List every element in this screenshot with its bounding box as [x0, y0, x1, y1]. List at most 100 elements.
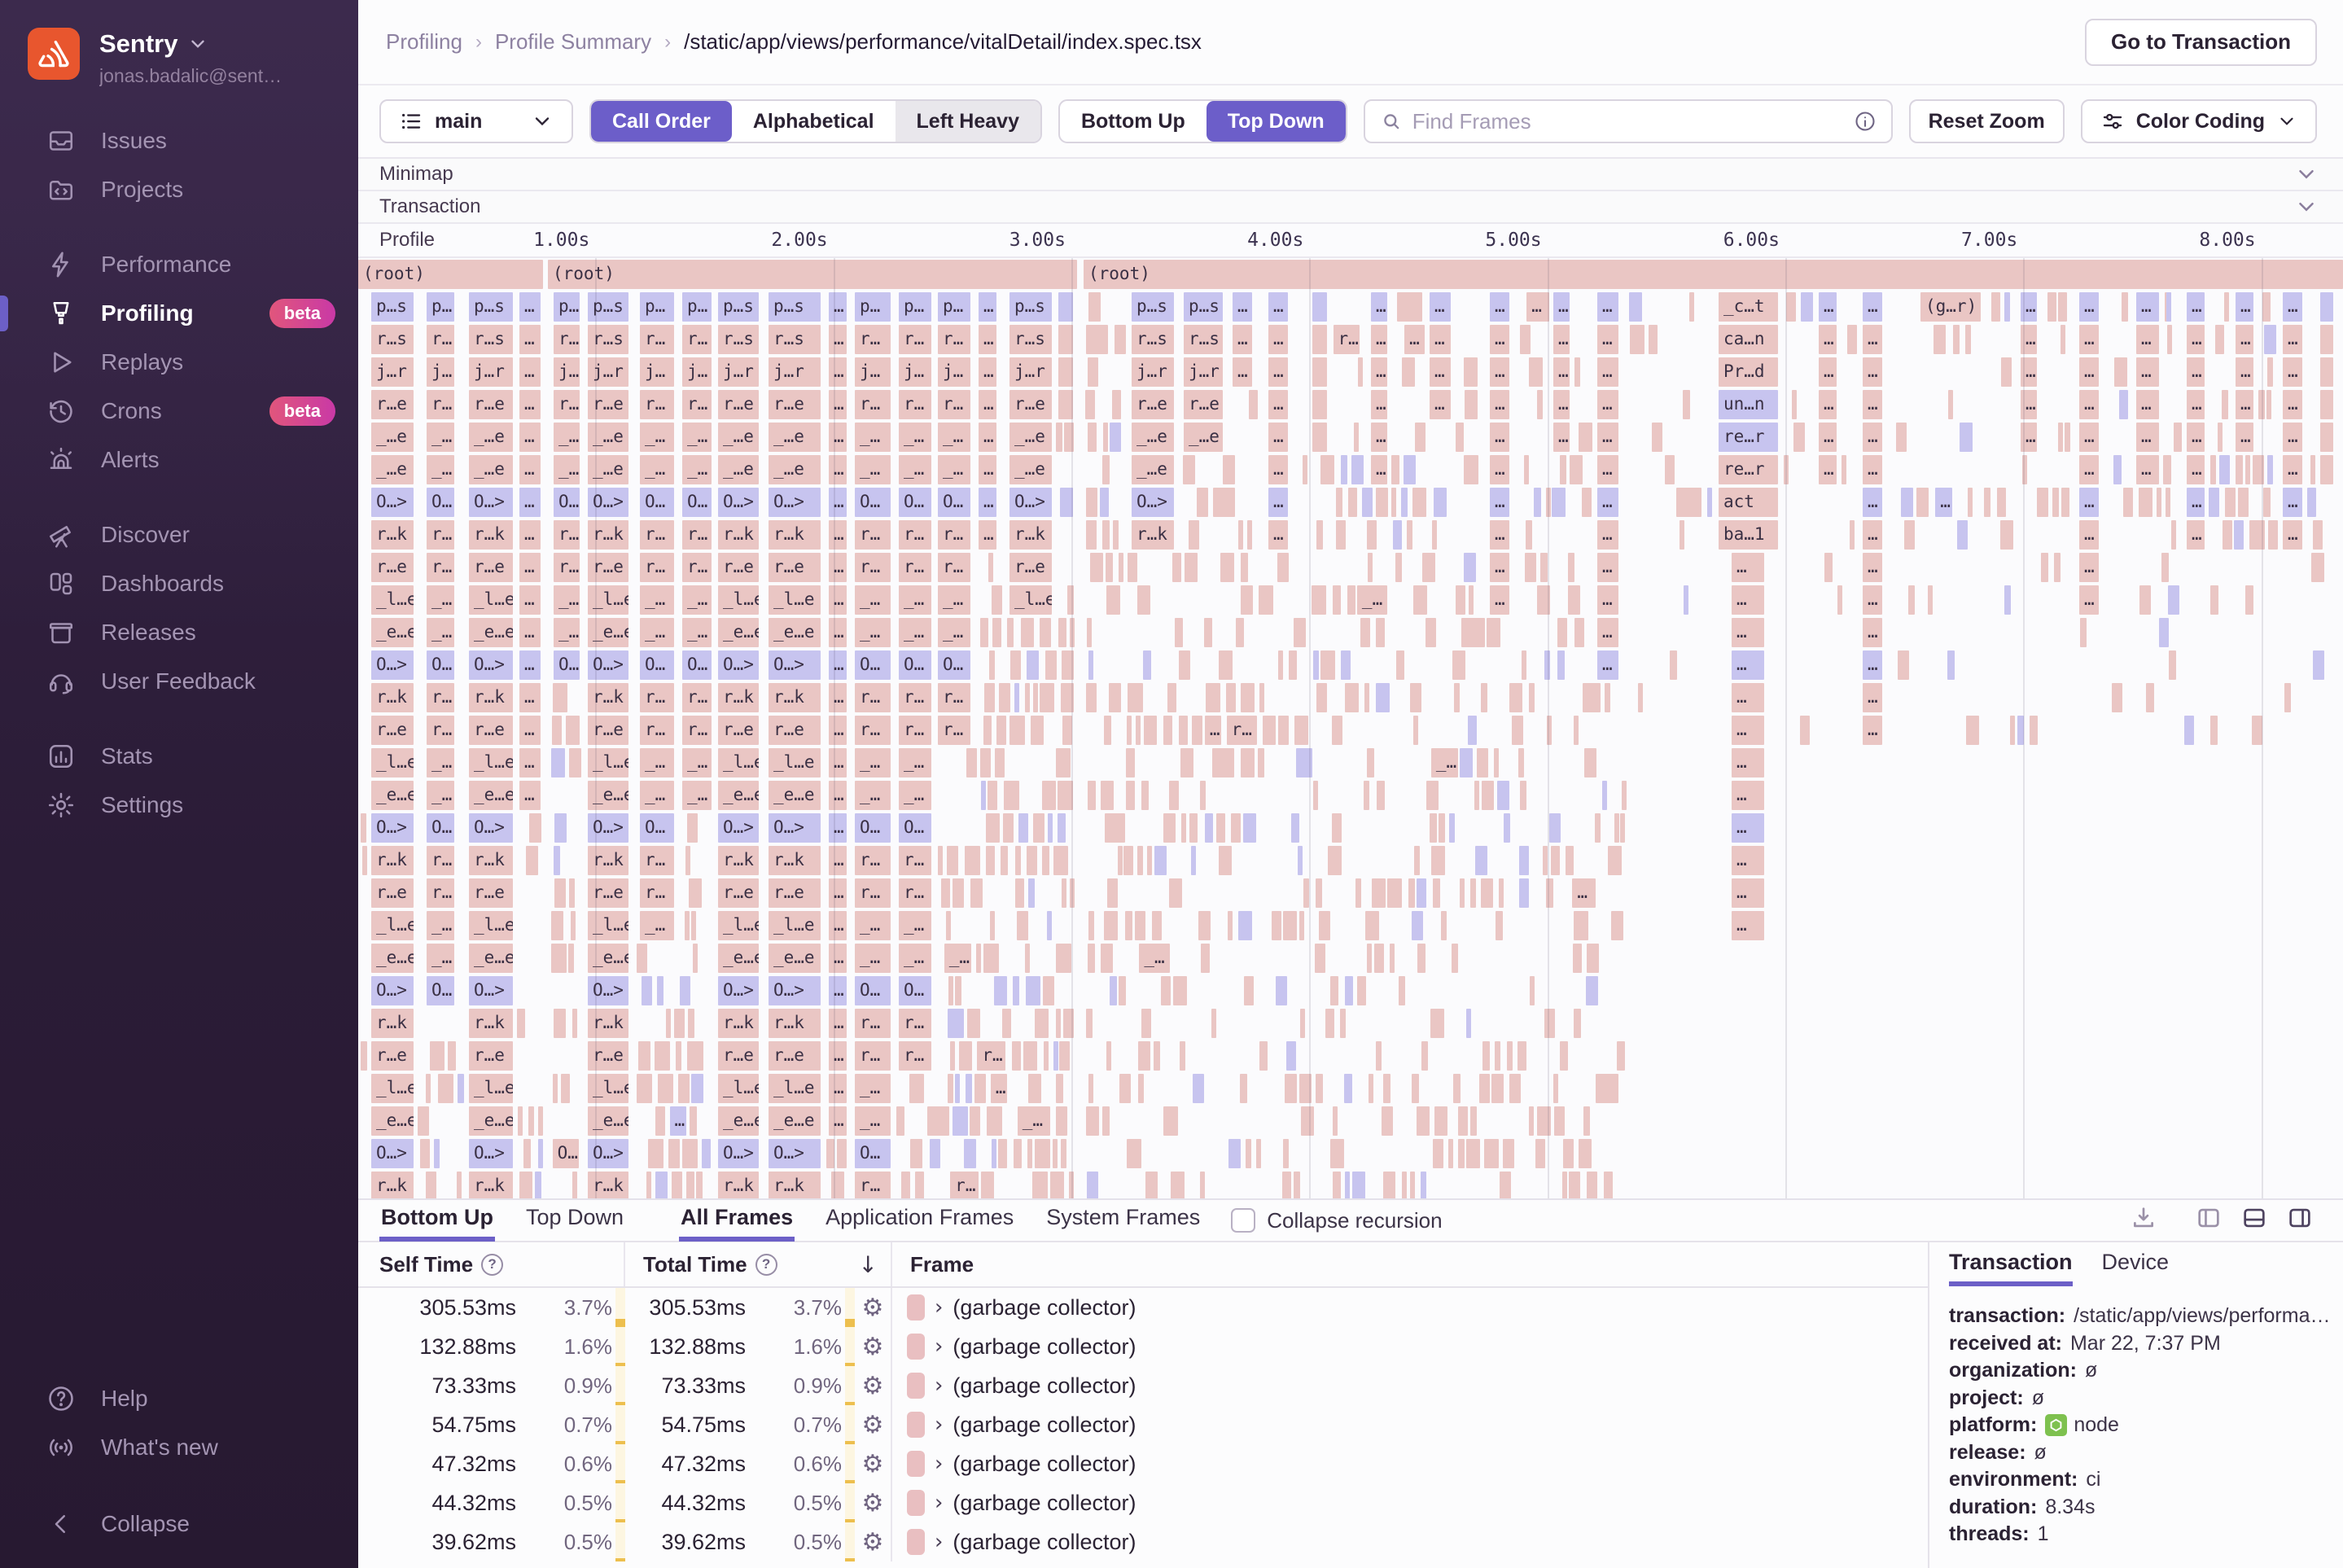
flame-cell[interactable] — [1377, 781, 1386, 810]
flame-cell[interactable] — [1196, 488, 1208, 517]
flame-cell[interactable]: … — [2187, 423, 2205, 452]
flame-cell[interactable] — [1277, 553, 1290, 582]
flame-cell[interactable] — [1519, 878, 1529, 908]
expand-chevron-icon[interactable]: › — [935, 1491, 943, 1515]
flame-cell[interactable]: … — [1490, 390, 1509, 419]
flame-cell[interactable]: … — [1819, 455, 1837, 484]
chevron-down-icon[interactable] — [2294, 195, 2319, 219]
flame-cell[interactable] — [1464, 553, 1477, 582]
flame-cell[interactable] — [1011, 1041, 1022, 1071]
flame-frame-cell[interactable]: r… — [855, 846, 891, 875]
flame-cell[interactable]: … — [1819, 357, 1837, 387]
flame-cell[interactable] — [1016, 911, 1028, 940]
flame-cell[interactable] — [2209, 455, 2217, 484]
flame-cell[interactable]: … — [1732, 553, 1764, 582]
flame-cell[interactable] — [1524, 553, 1537, 582]
flame-frame-cell[interactable]: r… — [855, 553, 891, 582]
flame-cell[interactable] — [1553, 1074, 1559, 1103]
flame-cell[interactable]: … — [1553, 325, 1570, 354]
flame-cell[interactable] — [1056, 423, 1063, 452]
flame-cell[interactable] — [914, 1172, 924, 1198]
flame-frame-cell[interactable]: r…k — [588, 846, 628, 875]
flame-frame-cell[interactable]: _… — [640, 455, 674, 484]
flame-cell[interactable] — [425, 1074, 431, 1103]
flame-cell[interactable] — [1312, 781, 1319, 810]
frame-cell[interactable]: › (garbage collector) — [892, 1451, 1928, 1477]
flame-cell[interactable] — [1366, 748, 1374, 777]
flame-cell[interactable] — [1018, 813, 1028, 843]
flame-cell[interactable]: … — [2136, 292, 2159, 322]
flame-frame-cell[interactable]: _… — [427, 944, 454, 973]
flame-cell[interactable] — [1315, 1074, 1323, 1103]
flame-frame-cell[interactable]: ba…1 — [1719, 520, 1778, 550]
flame-cell[interactable] — [1227, 911, 1233, 940]
flame-frame-cell[interactable]: act — [1719, 488, 1778, 517]
flame-cell[interactable] — [566, 716, 580, 745]
flame-cell[interactable] — [1340, 455, 1348, 484]
flame-frame-cell[interactable]: r…e — [469, 553, 513, 582]
flame-frame-cell[interactable]: O… — [899, 650, 931, 680]
layout-dock-right-icon[interactable] — [2286, 1204, 2314, 1232]
flame-cell[interactable] — [1027, 1139, 1033, 1168]
flame-cell[interactable] — [2053, 553, 2061, 582]
flame-cell[interactable]: … — [1430, 390, 1451, 419]
flame-cell[interactable] — [988, 553, 993, 582]
flame-frame-cell[interactable]: _e…e — [718, 944, 759, 973]
flame-cell[interactable] — [517, 1106, 523, 1136]
flame-cell[interactable]: … — [1863, 716, 1882, 745]
flame-frame-cell[interactable]: p…s — [1132, 292, 1174, 322]
flame-cell[interactable] — [1336, 488, 1342, 517]
flame-cell[interactable] — [1088, 650, 1093, 680]
flame-cell[interactable] — [986, 846, 995, 875]
flame-cell[interactable] — [1298, 846, 1303, 875]
flame-frame-cell[interactable]: r…s — [588, 325, 628, 354]
flame-cell[interactable] — [1456, 585, 1465, 615]
flame-frame-cell[interactable]: _… — [938, 455, 970, 484]
flame-cell[interactable] — [1171, 1172, 1185, 1198]
flame-frame-cell[interactable]: r… — [427, 553, 454, 582]
flame-frame-cell[interactable]: _…e — [469, 423, 513, 452]
flame-cell[interactable] — [1086, 520, 1097, 550]
flame-frame-cell[interactable]: O…> — [718, 1139, 759, 1168]
flame-cell[interactable]: … — [519, 390, 541, 419]
flame-cell[interactable] — [1355, 878, 1361, 908]
flame-frame-cell[interactable]: O… — [554, 488, 580, 517]
flame-cell[interactable] — [1421, 1172, 1427, 1198]
flame-cell[interactable] — [1271, 911, 1281, 940]
flame-cell[interactable] — [2320, 292, 2333, 322]
flame-cell[interactable]: … — [1732, 813, 1764, 843]
flame-cell[interactable] — [1291, 813, 1299, 843]
flame-frame-cell[interactable]: _… — [554, 455, 580, 484]
flame-cell[interactable] — [1393, 520, 1402, 550]
flame-cell[interactable] — [2171, 520, 2177, 550]
flame-cell[interactable]: … — [979, 390, 996, 419]
flame-cell[interactable] — [1528, 1106, 1534, 1136]
flame-frame-cell[interactable]: _… — [640, 781, 674, 810]
flame-cell[interactable] — [1247, 520, 1253, 550]
flame-cell[interactable]: … — [1863, 683, 1882, 712]
flame-cell[interactable] — [1481, 878, 1494, 908]
flame-cell[interactable] — [1997, 488, 2007, 517]
flame-cell[interactable]: … — [1204, 716, 1221, 745]
frame-table-row[interactable]: 73.33ms 0.9% 73.33ms 0.9% ⚙ › (garbage c… — [358, 1366, 1928, 1405]
color-coding-button[interactable]: Color Coding — [2080, 99, 2317, 143]
flame-cell[interactable] — [1062, 716, 1072, 745]
flame-cell[interactable] — [1916, 488, 1929, 517]
flame-cell[interactable] — [1345, 683, 1360, 712]
flame-cell[interactable] — [554, 878, 566, 908]
flame-cell[interactable] — [953, 1106, 968, 1136]
flame-cell[interactable] — [1104, 716, 1112, 745]
flame-cell[interactable] — [1347, 488, 1358, 517]
flame-cell[interactable] — [1559, 1041, 1568, 1071]
flame-cell[interactable] — [517, 1009, 526, 1038]
flame-cell[interactable] — [1294, 716, 1308, 745]
sidebar-item-projects[interactable]: Projects — [0, 165, 358, 214]
flame-cell[interactable]: … — [1268, 488, 1288, 517]
org-header[interactable]: Sentry jonas.badalic@sent… — [0, 0, 358, 95]
flame-cell[interactable] — [2313, 650, 2324, 680]
flame-cell[interactable] — [1898, 650, 1910, 680]
flame-cell[interactable] — [529, 813, 541, 843]
flame-cell[interactable] — [437, 1074, 454, 1103]
flame-cell[interactable]: … — [1268, 520, 1288, 550]
expand-chevron-icon[interactable]: › — [935, 1295, 943, 1320]
